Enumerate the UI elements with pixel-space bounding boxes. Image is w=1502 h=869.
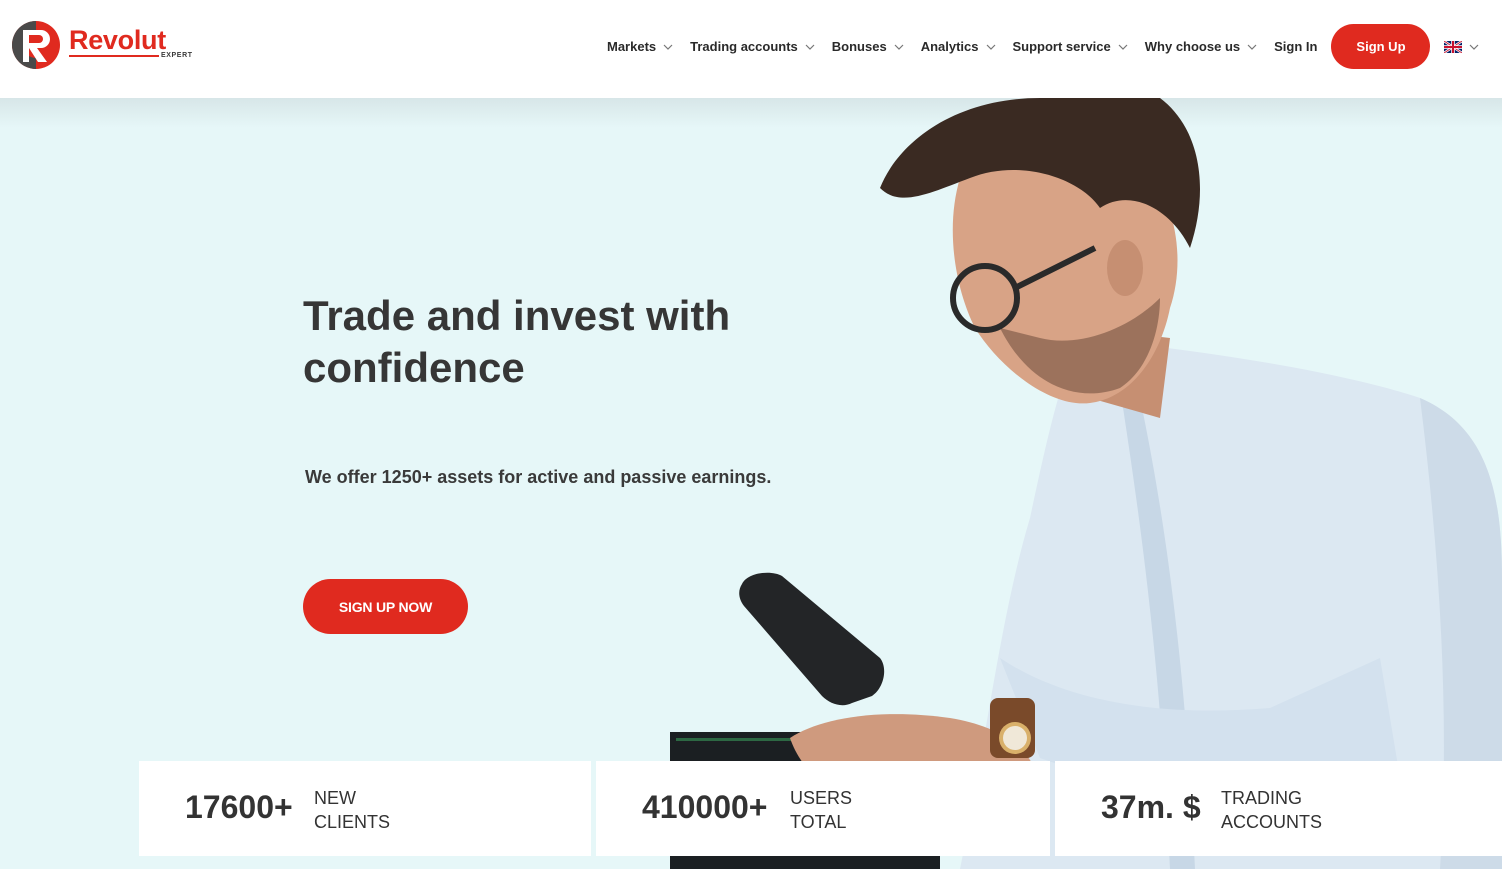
nav-item-label: Trading accounts [690, 39, 798, 54]
stat-value: 17600+ [185, 789, 293, 825]
nav-item-label: Markets [607, 39, 657, 54]
hero-section: Trade and invest with confidence We offe… [0, 98, 1502, 869]
nav-item-support-service[interactable]: Support service [1013, 39, 1129, 54]
stat-value: 37m. $ [1101, 789, 1201, 825]
stat-label-line: TOTAL [790, 812, 847, 832]
nav-item-trading-accounts[interactable]: Trading accounts [690, 39, 816, 54]
nav-item-bonuses[interactable]: Bonuses [832, 39, 905, 54]
language-selector[interactable] [1444, 40, 1480, 53]
stat-card-users-total: 410000+ USERS TOTAL [596, 761, 1050, 856]
nav-item-label: Analytics [920, 39, 979, 54]
nav-item-label: Bonuses [831, 39, 887, 54]
sign-up-now-button[interactable]: SIGN UP NOW [303, 579, 468, 634]
revolut-expert-logo[interactable]: Revolut EXPERT [11, 20, 193, 72]
stat-card-trading-accounts: 37m. $ TRADING ACCOUNTS [1055, 761, 1502, 856]
nav-item-markets[interactable]: Markets [607, 39, 674, 54]
nav-item-label: Support service [1012, 39, 1111, 54]
nav-item-label: Why choose us [1144, 39, 1241, 54]
stat-label-line: TRADING [1221, 788, 1302, 808]
logo-mark-icon [12, 21, 60, 69]
stat-label-line: USERS [790, 788, 853, 808]
stat-value: 410000+ [642, 789, 768, 825]
site-header: Revolut EXPERT Markets Trading accounts … [0, 0, 1502, 98]
logo-subtitle: EXPERT [161, 52, 193, 59]
logo-wordmark: Revolut [69, 25, 166, 55]
sign-in-link[interactable]: Sign In [1274, 39, 1317, 54]
chevron-down-icon [805, 44, 815, 50]
chevron-down-icon [1118, 44, 1128, 50]
uk-flag-icon [1444, 40, 1463, 53]
chevron-down-icon [663, 44, 673, 50]
stat-label-line: NEW [314, 788, 356, 808]
chevron-down-icon [1470, 44, 1479, 50]
nav-item-analytics[interactable]: Analytics [921, 39, 997, 54]
sign-up-button[interactable]: Sign Up [1331, 24, 1431, 69]
stat-card-new-clients: 17600+ NEW CLIENTS [139, 761, 591, 856]
stat-label: USERS TOTAL [790, 786, 852, 834]
logo-underline [69, 55, 159, 57]
hero-title: Trade and invest with confidence [303, 292, 731, 391]
chevron-down-icon [1247, 44, 1257, 50]
nav-item-why-choose-us[interactable]: Why choose us [1145, 39, 1258, 54]
stat-label-line: ACCOUNTS [1221, 812, 1323, 832]
chevron-down-icon [986, 44, 995, 50]
chevron-down-icon [894, 44, 904, 50]
main-nav: Markets Trading accounts Bonuses Analyti… [607, 24, 1480, 69]
stat-label: NEW CLIENTS [314, 786, 390, 834]
stat-label: TRADING ACCOUNTS [1221, 786, 1322, 834]
hero-subtitle: We offer 1250+ assets for active and pas… [305, 467, 772, 487]
stat-label-line: CLIENTS [314, 812, 391, 832]
